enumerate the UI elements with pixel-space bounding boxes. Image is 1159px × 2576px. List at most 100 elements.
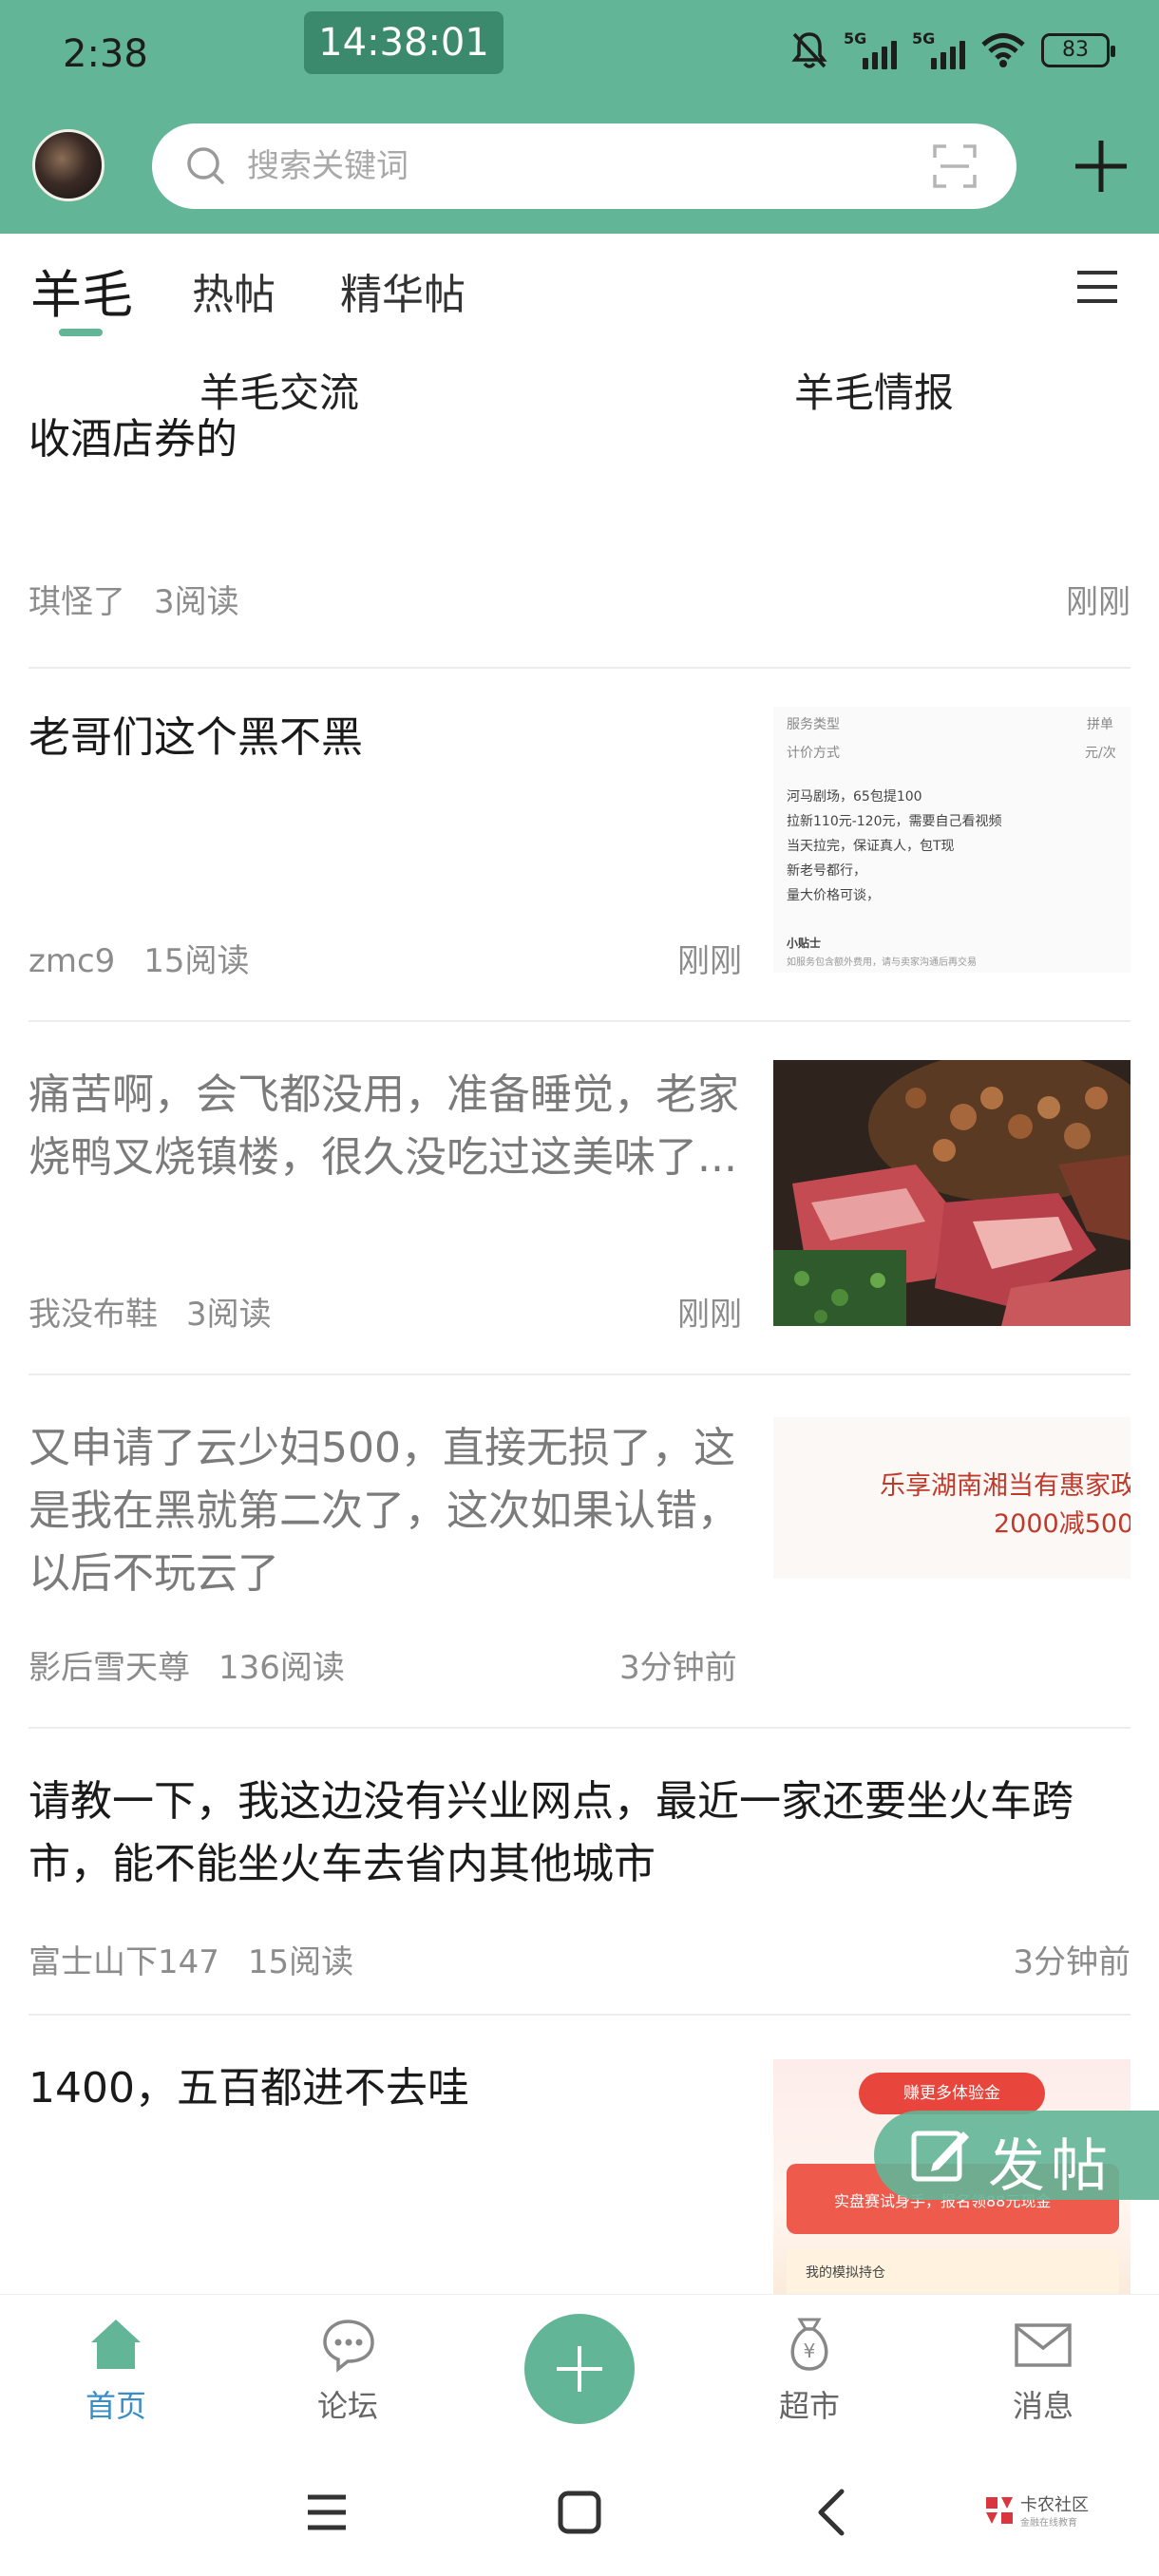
search-icon [187, 147, 224, 184]
category-tabs: 羊毛 热帖 精华帖 [0, 234, 1159, 338]
nav-forum[interactable]: 论坛 [281, 2314, 414, 2426]
post-title: 收酒店券的 [28, 415, 238, 464]
mute-bell-icon [791, 32, 827, 68]
post-meta: 影后雪天尊 136阅读 [28, 1641, 345, 1688]
post-thumbnail[interactable] [773, 1060, 1130, 1326]
home-button-icon[interactable] [551, 2484, 608, 2541]
food-photo [773, 1060, 1130, 1326]
post-title: 请教一下，我这边没有兴业网点，最近一家还要坐火车跨市，能不能坐火车去省内其他城市 [28, 1777, 1074, 1888]
thumb-text: 河马剧场，65包提100 [787, 789, 922, 805]
post-reads: 15阅读 [143, 942, 250, 980]
floating-clock: 14:38:01 [304, 11, 504, 74]
thumb-text: 量大价格可谈， [787, 888, 880, 903]
post-item[interactable]: 又申请了云少妇500，直接无损了，这是我在黑就第二次了，这次如果认错，以后不玩云… [28, 1417, 1130, 1693]
svg-text:¥: ¥ [804, 2339, 816, 2362]
post-meta: 富士山下147 15阅读 [28, 1936, 353, 1982]
post-item[interactable]: 老哥们这个黑不黑 zmc9 15阅读 刚刚 服务类型 拼单 计价方式 元/次 河马… [28, 707, 1130, 982]
nav-market[interactable]: ¥ 超市 [743, 2314, 876, 2426]
post-item[interactable]: 请教一下，我这边没有兴业网点，最近一家还要坐火车跨市，能不能坐火车去省内其他城市… [28, 1771, 1130, 2008]
divider [28, 1373, 1130, 1375]
post-meta: 我没布鞋 3阅读 [28, 1288, 272, 1335]
thumb-text: 服务类型 [787, 717, 840, 732]
back-icon[interactable] [804, 2484, 861, 2541]
tab-yangmao[interactable]: 羊毛 [30, 253, 133, 328]
new-post-label: 发帖 [988, 2133, 1113, 2200]
nav-add-button[interactable] [524, 2314, 635, 2424]
thumb-text: 2000减500 [994, 1509, 1130, 1539]
nav-messages[interactable]: 消息 [977, 2314, 1110, 2426]
plus-icon [557, 2346, 602, 2392]
money-bag-icon: ¥ [790, 2318, 828, 2371]
community-watermark: 卡农社区 金融在线教育 [982, 2488, 1106, 2535]
tab-featured[interactable]: 精华帖 [340, 260, 466, 321]
signal-icon: 5G [912, 29, 966, 69]
thumb-text: 乐享湖南湘当有惠家政 [880, 1471, 1130, 1501]
add-icon[interactable] [1072, 137, 1130, 196]
post-time: 刚刚 [677, 942, 742, 980]
home-icon [91, 2320, 141, 2369]
thumb-text: 拉新110元-120元，需要自己看视频 [787, 814, 1002, 829]
nav-home-label: 首页 [85, 2388, 146, 2424]
status-icons: 5G 5G 83 [790, 29, 1115, 70]
search-placeholder: 搜索关键词 [247, 147, 408, 185]
post-time: 刚刚 [677, 1296, 742, 1334]
nav-forum-label: 论坛 [316, 2388, 378, 2424]
post-thumbnail[interactable]: 乐享湖南湘当有惠家政 2000减500 [773, 1417, 1130, 1579]
post-item[interactable]: 收酒店券的 琪怪了 3阅读 刚刚 [28, 408, 1130, 665]
post-time: 刚刚 [1066, 583, 1130, 621]
post-reads: 3阅读 [154, 583, 239, 621]
thumb-text: 如服务包含额外费用，请与卖家沟通后再交易 [787, 957, 977, 968]
scan-icon[interactable] [931, 142, 978, 190]
battery-icon: 83 [1041, 33, 1115, 67]
signal-icon: 5G [844, 29, 898, 69]
post-item[interactable]: 痛苦啊，会飞都没用，准备睡觉，老家烧鸭叉烧镇楼，很久没吃过这美味了... 我没布… [28, 1060, 1130, 1339]
thumb-text: 计价方式 [787, 746, 840, 761]
post-author: zmc9 [28, 942, 116, 980]
post-reads: 15阅读 [247, 1943, 354, 1981]
app-header: 2:38 14:38:01 5G 5G 83 搜索关键词 [0, 0, 1159, 234]
thumb-text: 赚更多体验金 [859, 2073, 1045, 2114]
post-title: 老哥们这个黑不黑 [28, 713, 363, 762]
post-author: 我没布鞋 [28, 1296, 158, 1334]
post-meta: 琪怪了 3阅读 [28, 576, 239, 622]
divider [28, 1727, 1130, 1729]
nav-messages-label: 消息 [1012, 2388, 1074, 2424]
post-author: 影后雪天尊 [28, 1649, 190, 1687]
post-title: 又申请了云少妇500，直接无损了，这是我在黑就第二次了，这次如果认错，以后不玩云… [28, 1424, 739, 1598]
watermark-sub: 金融在线教育 [1020, 2518, 1077, 2529]
post-title: 1400，五百都进不去哇 [28, 2064, 469, 2112]
tab-hot[interactable]: 热帖 [192, 260, 276, 321]
bottom-nav: 首页 论坛 ¥ 超市 消息 [0, 2294, 1159, 2446]
recent-apps-icon[interactable] [298, 2484, 355, 2541]
new-post-button[interactable]: 发帖 [874, 2111, 1159, 2200]
wifi-icon [981, 33, 1025, 67]
divider [28, 2014, 1130, 2016]
nav-home[interactable]: 首页 [49, 2314, 182, 2426]
post-author: 琪怪了 [28, 583, 125, 621]
logo-icon [986, 2497, 1013, 2524]
status-time: 2:38 [63, 32, 148, 76]
divider [28, 667, 1130, 669]
menu-icon[interactable] [1075, 268, 1119, 306]
user-avatar[interactable] [32, 129, 104, 201]
post-reads: 136阅读 [218, 1649, 345, 1687]
chat-bubble-icon [323, 2320, 374, 2373]
system-nav-bar: 卡农社区 金融在线教育 [0, 2446, 1159, 2576]
thumb-text: 新老号都行， [787, 863, 866, 879]
search-bar[interactable]: 搜索关键词 [152, 123, 1016, 209]
post-author: 富士山下147 [28, 1943, 219, 1981]
thumb-text: 小贴士 [787, 937, 822, 950]
post-feed[interactable]: 收酒店券的 琪怪了 3阅读 刚刚 老哥们这个黑不黑 zmc9 15阅读 刚刚 服务类… [0, 408, 1159, 2294]
post-reads: 3阅读 [186, 1296, 272, 1334]
thumb-text: 元/次 [1085, 746, 1116, 761]
active-tab-indicator [59, 329, 103, 336]
nav-market-label: 超市 [778, 2388, 840, 2424]
post-time: 3分钟前 [1013, 1943, 1130, 1981]
post-thumbnail[interactable]: 服务类型 拼单 计价方式 元/次 河马剧场，65包提100 拉新110元-120… [773, 707, 1130, 973]
post-meta: zmc9 15阅读 [28, 935, 250, 981]
post-time: 3分钟前 [619, 1649, 737, 1687]
thumb-text: 拼单 [1087, 717, 1113, 732]
mail-icon [1015, 2323, 1072, 2367]
divider [28, 1020, 1130, 1022]
post-title: 痛苦啊，会飞都没用，准备睡觉，老家烧鸭叉烧镇楼，很久没吃过这美味了... [28, 1070, 739, 1182]
